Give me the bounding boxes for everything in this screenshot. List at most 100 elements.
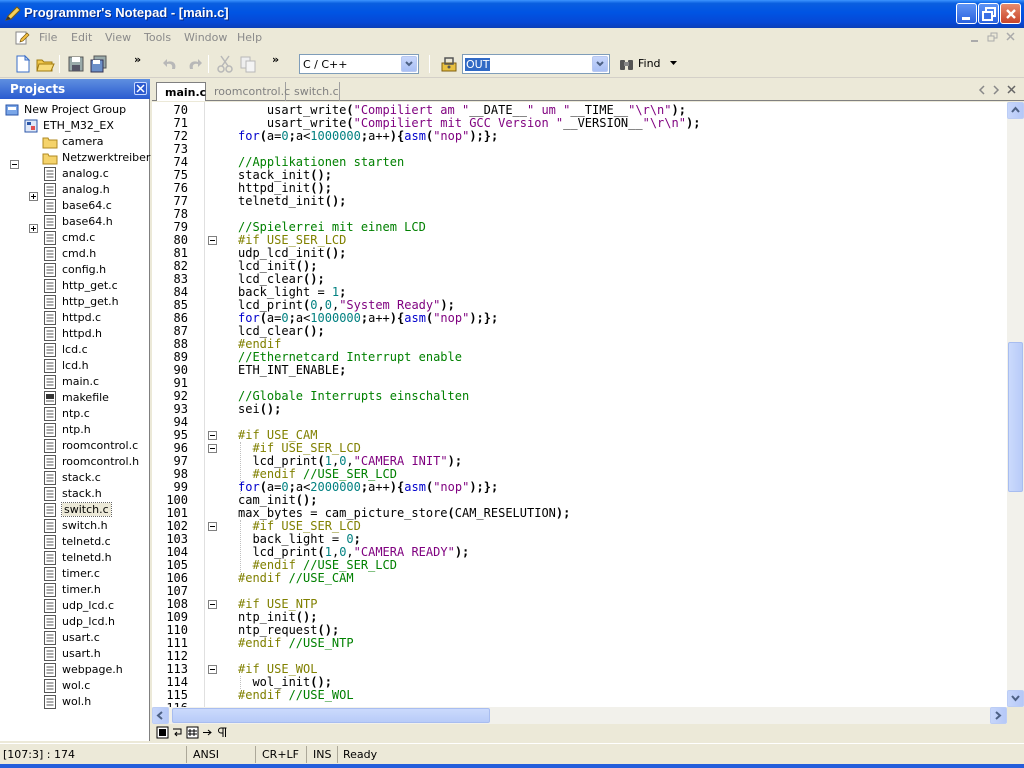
tree-file[interactable]: timer.h (0, 582, 148, 598)
undo-icon[interactable] (161, 54, 181, 74)
tree-file[interactable]: cmd.h (0, 246, 148, 262)
tree-file[interactable]: usart.c (0, 630, 148, 646)
scroll-left-button[interactable] (152, 707, 169, 724)
restore-button[interactable] (978, 3, 999, 24)
code-line[interactable]: 106 #endif //USE_CAM (152, 572, 1007, 585)
code-line[interactable]: 115 #endif //USE_WOL (152, 689, 1007, 702)
pilcrow-icon[interactable] (216, 726, 229, 739)
tree-project[interactable]: ETH_M32_EX (0, 118, 148, 169)
vertical-scroll-thumb[interactable] (1008, 342, 1023, 492)
fold-toggle-icon[interactable] (208, 522, 217, 531)
status-line-endings[interactable]: CR+LF (262, 748, 299, 761)
open-folder-icon[interactable] (35, 54, 55, 74)
whitespace-arrow-icon[interactable] (201, 726, 214, 739)
close-tab-icon[interactable] (1007, 85, 1017, 95)
tree-file[interactable]: analog.h (0, 182, 148, 198)
tree-file[interactable]: lcd.c (0, 342, 148, 358)
scroll-down-button[interactable] (1007, 690, 1024, 707)
tree-file[interactable]: http_get.h (0, 294, 148, 310)
tree-file[interactable]: ntp.h (0, 422, 148, 438)
chevron-down-icon[interactable] (401, 56, 417, 72)
tree-file[interactable]: stack.h (0, 486, 148, 502)
word-wrap-icon[interactable] (171, 726, 184, 739)
code-line[interactable]: 93 sei(); (152, 403, 1007, 416)
mdi-close-icon[interactable] (1004, 31, 1018, 44)
menu-view[interactable]: View (105, 31, 131, 44)
tree-file[interactable]: telnetd.h (0, 550, 148, 566)
save-icon[interactable] (66, 54, 86, 74)
binoculars-icon[interactable] (617, 54, 637, 74)
tree-file[interactable]: ntp.c (0, 406, 148, 422)
tab-roomcontrol-c[interactable]: roomcontrol.c (210, 82, 290, 101)
tree-file[interactable]: udp_lcd.c (0, 598, 148, 614)
redo-icon[interactable] (184, 54, 204, 74)
tree-file[interactable]: roomcontrol.h (0, 454, 148, 470)
tree-file[interactable]: roomcontrol.c (0, 438, 148, 454)
tree-file[interactable]: makefile (0, 390, 148, 406)
tree-file[interactable]: wol.c (0, 678, 148, 694)
find-panel-icon[interactable] (439, 54, 459, 74)
horizontal-scrollbar[interactable] (152, 707, 1007, 724)
scroll-right-button[interactable] (990, 707, 1007, 724)
close-window-button[interactable] (1000, 3, 1021, 24)
scheme-select[interactable]: C / C++ (299, 54, 419, 74)
tree-file[interactable]: httpd.h (0, 326, 148, 342)
fold-toggle-icon[interactable] (208, 444, 217, 453)
save-all-icon[interactable] (89, 54, 109, 74)
tree-file[interactable]: wol.h (0, 694, 148, 710)
tab-scroll-left-icon[interactable] (978, 85, 986, 95)
tree-folder[interactable]: camera (0, 134, 148, 201)
tree-file[interactable]: http_get.c (0, 278, 148, 294)
menu-tools[interactable]: Tools (144, 31, 171, 44)
menu-edit[interactable]: Edit (71, 31, 92, 44)
menu-file[interactable]: File (39, 31, 57, 44)
tree-project-group[interactable]: New Project Group (0, 102, 148, 118)
tree-file[interactable]: udp_lcd.h (0, 614, 148, 630)
tree-folder[interactable]: Netzwerktreiber (0, 150, 150, 233)
tree-file[interactable]: telnetd.c (0, 534, 148, 550)
toolbar-overflow-1[interactable]: » (134, 53, 141, 66)
code-line[interactable]: 90 ETH_INT_ENABLE; (152, 364, 1007, 377)
fold-toggle-icon[interactable] (208, 431, 217, 440)
minimize-button[interactable] (956, 3, 977, 24)
code-editor[interactable]: 70 usart_write("Compiliert am "__DATE__"… (152, 102, 1007, 707)
tree-file[interactable]: timer.c (0, 566, 148, 582)
split-view-icon[interactable] (156, 726, 169, 739)
chevron-down-icon[interactable] (592, 56, 608, 72)
tree-file[interactable]: switch.c (0, 502, 148, 518)
copy-icon[interactable] (238, 54, 258, 74)
close-icon[interactable] (134, 82, 147, 95)
vertical-scrollbar[interactable] (1007, 102, 1024, 707)
fold-toggle-icon[interactable] (208, 665, 217, 674)
find-dropdown-icon[interactable] (670, 61, 678, 67)
mdi-minimize-icon[interactable] (968, 31, 982, 44)
horizontal-scroll-thumb[interactable] (172, 708, 490, 723)
tree-file[interactable]: analog.c (0, 166, 148, 182)
menu-help[interactable]: Help (237, 31, 262, 44)
tree-file[interactable]: base64.c (0, 198, 148, 214)
tree-file[interactable]: main.c (0, 374, 148, 390)
tree-file[interactable]: config.h (0, 262, 148, 278)
code-line[interactable]: 111 #endif //USE_NTP (152, 637, 1007, 650)
code-line[interactable]: 72 for(a=0;a<1000000;a++){asm("nop");}; (152, 130, 1007, 143)
tree-file[interactable]: webpage.h (0, 662, 148, 678)
toolbar-overflow-2[interactable]: » (272, 53, 279, 66)
tab-main-c[interactable]: main.c (156, 82, 206, 101)
cut-icon[interactable] (215, 54, 235, 74)
tree-file[interactable]: usart.h (0, 646, 148, 662)
tab-switch-c[interactable]: switch.c (290, 82, 340, 101)
menu-window[interactable]: Window (184, 31, 227, 44)
new-file-icon[interactable] (13, 54, 33, 74)
title-bar[interactable]: Programmer's Notepad - [main.c] (0, 0, 1024, 28)
fold-toggle-icon[interactable] (208, 236, 217, 245)
tree-file[interactable]: httpd.c (0, 310, 148, 326)
line-numbers-icon[interactable] (186, 726, 199, 739)
tree-file[interactable]: base64.h (0, 214, 148, 230)
fold-toggle-icon[interactable] (208, 600, 217, 609)
tree-file[interactable]: switch.h (0, 518, 148, 534)
status-encoding[interactable]: ANSI (193, 748, 219, 761)
mdi-restore-icon[interactable] (986, 31, 1000, 44)
tree-file[interactable]: stack.c (0, 470, 148, 486)
tree-file[interactable]: lcd.h (0, 358, 148, 374)
code-line[interactable]: 77 telnetd_init(); (152, 195, 1007, 208)
